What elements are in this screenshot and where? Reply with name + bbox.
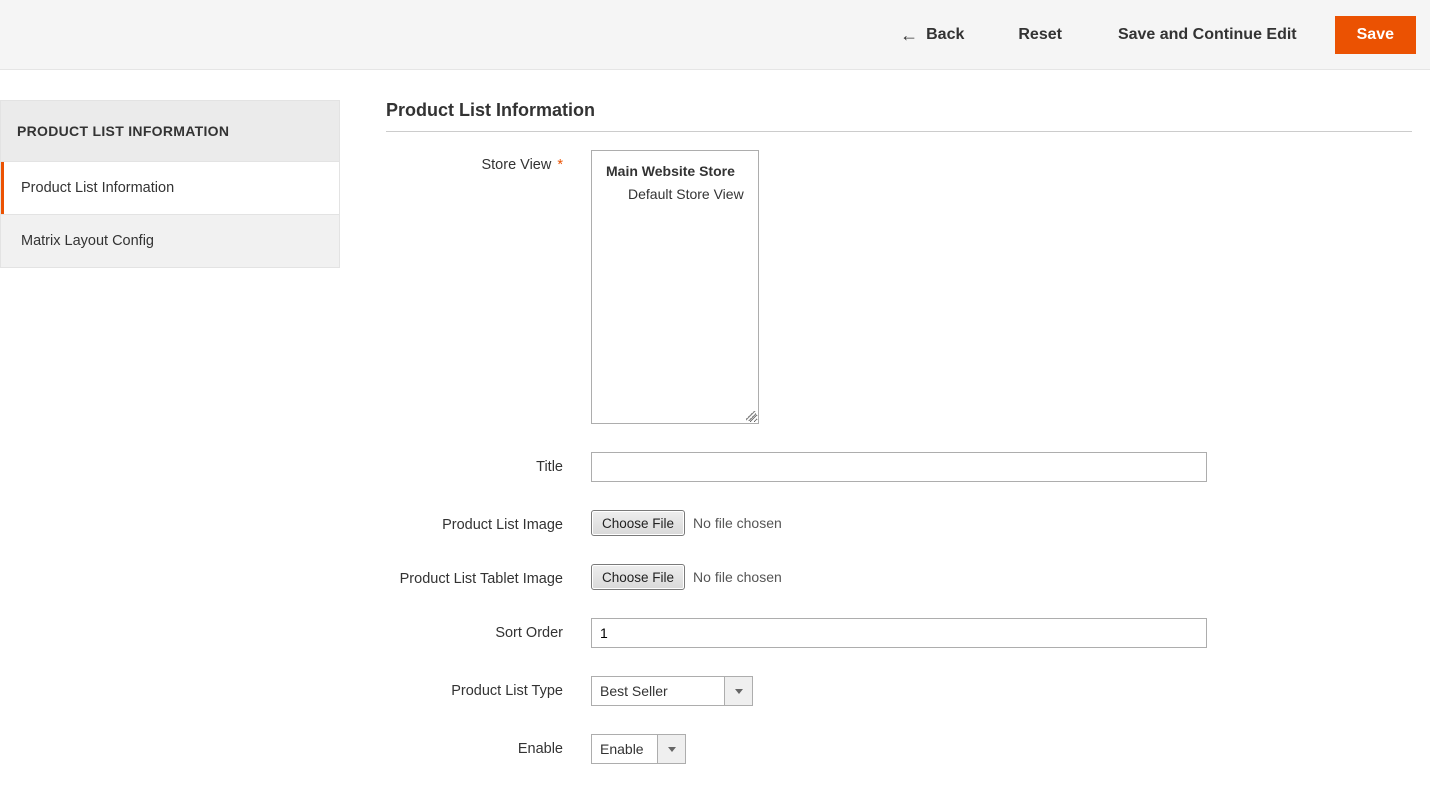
main-content: Product List Information Store View* Mai… (340, 70, 1430, 804)
save-button-label: Save (1357, 26, 1394, 43)
fieldset-title: Product List Information (386, 100, 1412, 132)
back-button[interactable]: ← Back (884, 17, 980, 53)
reset-button[interactable]: Reset (1000, 17, 1080, 53)
choose-file-button-image[interactable]: Choose File (591, 510, 685, 536)
choose-file-button-tablet-image[interactable]: Choose File (591, 564, 685, 590)
enable-select[interactable]: Enable (591, 734, 686, 764)
arrow-left-icon: ← (900, 26, 918, 44)
save-continue-button-label: Save and Continue Edit (1118, 26, 1297, 43)
section-nav-title: PRODUCT LIST INFORMATION (1, 101, 339, 162)
label-product-list-tablet-image: Product List Tablet Image (386, 564, 591, 587)
store-view-select[interactable]: Main Website Store Default Store View (591, 150, 759, 424)
store-view-option[interactable]: Default Store View (592, 183, 758, 205)
file-status-image: No file chosen (693, 515, 782, 531)
sidebar: PRODUCT LIST INFORMATION Product List In… (0, 100, 340, 268)
chevron-down-icon (657, 735, 685, 763)
sidebar-item-label: Matrix Layout Config (21, 233, 154, 249)
file-status-tablet-image: No file chosen (693, 569, 782, 585)
chevron-down-icon (724, 677, 752, 705)
back-button-label: Back (926, 26, 964, 44)
label-enable: Enable (386, 734, 591, 757)
label-product-list-type: Product List Type (386, 676, 591, 699)
sort-order-input[interactable] (591, 618, 1207, 648)
sidebar-item-matrix-layout-config[interactable]: Matrix Layout Config (1, 215, 339, 267)
sidebar-item-label: Product List Information (21, 180, 174, 196)
label-product-list-image: Product List Image (386, 510, 591, 533)
save-continue-button[interactable]: Save and Continue Edit (1100, 17, 1315, 53)
select-value: Enable (592, 735, 657, 763)
sidebar-item-product-list-information[interactable]: Product List Information (1, 162, 339, 215)
label-sort-order: Sort Order (386, 618, 591, 641)
top-action-bar: ← Back Reset Save and Continue Edit Save (0, 0, 1430, 70)
title-input[interactable] (591, 452, 1207, 482)
section-nav: PRODUCT LIST INFORMATION Product List In… (0, 100, 340, 268)
select-value: Best Seller (592, 677, 724, 705)
store-group-option[interactable]: Main Website Store (592, 159, 758, 183)
reset-button-label: Reset (1018, 26, 1062, 43)
label-title: Title (386, 452, 591, 475)
label-store-view: Store View* (386, 150, 591, 173)
product-list-type-select[interactable]: Best Seller (591, 676, 753, 706)
save-button[interactable]: Save (1335, 16, 1416, 54)
